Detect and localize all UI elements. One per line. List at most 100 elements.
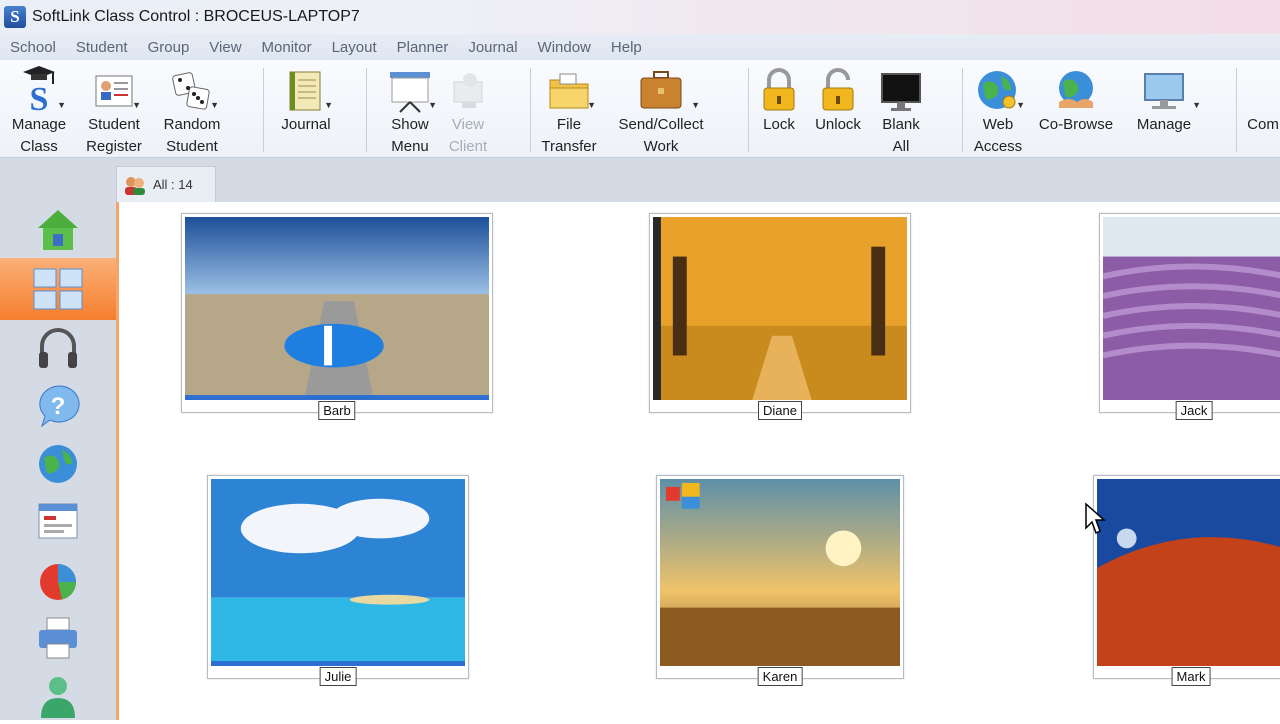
student-desktop-preview [185, 217, 489, 400]
toolbar-separator [962, 68, 963, 152]
manage-monitor-icon: ▼ [1141, 62, 1201, 114]
group-tab-all[interactable]: All : 14 [116, 166, 216, 202]
journal-button[interactable]: ▼ Journal [276, 62, 336, 136]
random-student-label-1: Random [163, 116, 221, 133]
toolbar-separator [530, 68, 531, 152]
window-title: SoftLink Class Control : BROCEUS-LAPTOP7 [32, 8, 360, 25]
toolbar-separator [1236, 68, 1237, 152]
help-request-button[interactable]: ? [0, 378, 116, 434]
co-browse-button[interactable]: Co-Browse [1036, 62, 1116, 136]
blank-all-button[interactable]: Blank All [874, 62, 928, 158]
student-name-label: Karen [757, 667, 803, 686]
menu-journal[interactable]: Journal [458, 39, 527, 56]
briefcase-icon: ▼ [638, 62, 700, 114]
view-client-button[interactable]: View Client [442, 62, 494, 158]
blank-all-label-1: Blank [882, 116, 920, 133]
student-thumbnail[interactable]: Julie [207, 475, 469, 686]
partial-toolbar-button[interactable]: Com [1246, 62, 1280, 136]
title-bar: S SoftLink Class Control : BROCEUS-LAPTO… [0, 0, 1280, 34]
web-access-button[interactable]: ▼ Web Access [970, 62, 1026, 158]
menu-layout[interactable]: Layout [322, 39, 387, 56]
left-sidebar: ? [0, 202, 116, 720]
globe-icon: ▼ [975, 62, 1025, 114]
view-client-label-2: Client [448, 138, 488, 155]
graduation-cap-icon: S ▼ [16, 62, 66, 114]
show-menu-label-1: Show [391, 116, 429, 133]
file-transfer-button[interactable]: ▼ File Transfer [538, 62, 600, 158]
applications-button[interactable] [0, 494, 116, 550]
unlock-button[interactable]: Unlock [810, 62, 866, 136]
menu-group[interactable]: Group [138, 39, 200, 56]
student-name-label: Jack [1175, 401, 1213, 420]
student-desktop-preview [660, 479, 900, 666]
show-menu-button[interactable]: ▼ Show Menu [382, 62, 438, 158]
student-button[interactable] [0, 668, 116, 724]
menu-student[interactable]: Student [66, 39, 138, 56]
menu-window[interactable]: Window [528, 39, 601, 56]
svg-text:?: ? [51, 393, 66, 420]
dice-icon: ▼ [169, 62, 219, 114]
group-tab-label: All : 14 [153, 177, 193, 192]
web-access-label-2: Access [973, 138, 1023, 155]
student-thumbnails-area: Barb Diane Jack Julie Karen Mark [116, 202, 1280, 720]
student-thumbnail[interactable]: Barb [181, 213, 493, 420]
partial-button-icon [1246, 62, 1280, 114]
journal-label: Journal [281, 116, 331, 133]
manage-button[interactable]: ▼ Manage [1132, 62, 1201, 136]
students-group-icon [123, 175, 147, 195]
student-register-icon: ▼ [91, 62, 141, 114]
student-thumbnail[interactable]: Diane [649, 213, 911, 420]
thumbnail-view-icon [33, 268, 83, 310]
lock-label: Lock [763, 116, 795, 133]
manage-class-label-2: Class [20, 138, 58, 155]
toolbar-separator [366, 68, 367, 152]
menu-help[interactable]: Help [601, 39, 652, 56]
student-desktop-preview [653, 217, 907, 400]
menu-bar: School Student Group View Monitor Layout… [0, 34, 1280, 60]
student-thumbnail[interactable]: Jack [1099, 213, 1280, 420]
manage-label: Manage [1136, 116, 1192, 133]
help-icon: ? [39, 385, 80, 428]
print-button[interactable] [0, 610, 116, 666]
student-name-label: Julie [319, 667, 357, 686]
send-collect-label-2: Work [643, 138, 679, 155]
home-button[interactable] [0, 202, 116, 258]
file-transfer-label-1: File [556, 116, 582, 133]
unlock-label: Unlock [815, 116, 861, 133]
audio-button[interactable] [0, 320, 116, 376]
student-name-label: Diane [758, 401, 802, 420]
lock-icon [756, 62, 802, 114]
menu-school[interactable]: School [0, 39, 66, 56]
random-student-button[interactable]: ▼ Random Student [158, 62, 226, 158]
menu-planner[interactable]: Planner [387, 39, 459, 56]
student-register-button[interactable]: ▼ Student Register [82, 62, 146, 158]
partial-button-label: Com [1247, 116, 1279, 133]
toolbar-separator [748, 68, 749, 152]
send-collect-work-button[interactable]: ▼ Send/Collect Work [612, 62, 710, 158]
reports-button[interactable] [0, 552, 116, 608]
window-icon [38, 503, 78, 539]
manage-class-label-1: Manage [11, 116, 67, 133]
menu-view[interactable]: View [199, 39, 251, 56]
menu-monitor[interactable]: Monitor [252, 39, 322, 56]
thumbnail-view-button[interactable] [0, 258, 116, 320]
student-thumbnail[interactable]: Karen [656, 475, 904, 686]
softlink-app-icon: S [4, 6, 26, 28]
unlock-icon [815, 62, 861, 114]
toolbar: S ▼ Manage Class ▼ Student Register ▼ Ra… [0, 60, 1280, 158]
web-access-label-1: Web [982, 116, 1014, 133]
co-browse-globe-icon [1053, 62, 1099, 114]
folder-icon: ▼ [546, 62, 596, 114]
monitor-icon [878, 62, 924, 114]
view-client-icon [445, 62, 491, 114]
projector-screen-icon: ▼ [387, 62, 437, 114]
svg-text:S: S [30, 81, 49, 114]
student-thumbnail[interactable]: Mark [1093, 475, 1280, 686]
lock-button[interactable]: Lock [756, 62, 802, 136]
view-client-label-1: View [451, 116, 485, 133]
manage-class-button[interactable]: S ▼ Manage Class [6, 62, 72, 158]
student-register-label-1: Student [88, 116, 140, 133]
web-button[interactable] [0, 436, 116, 492]
blank-all-label-2: All [892, 138, 910, 155]
student-desktop-preview [1097, 479, 1280, 666]
